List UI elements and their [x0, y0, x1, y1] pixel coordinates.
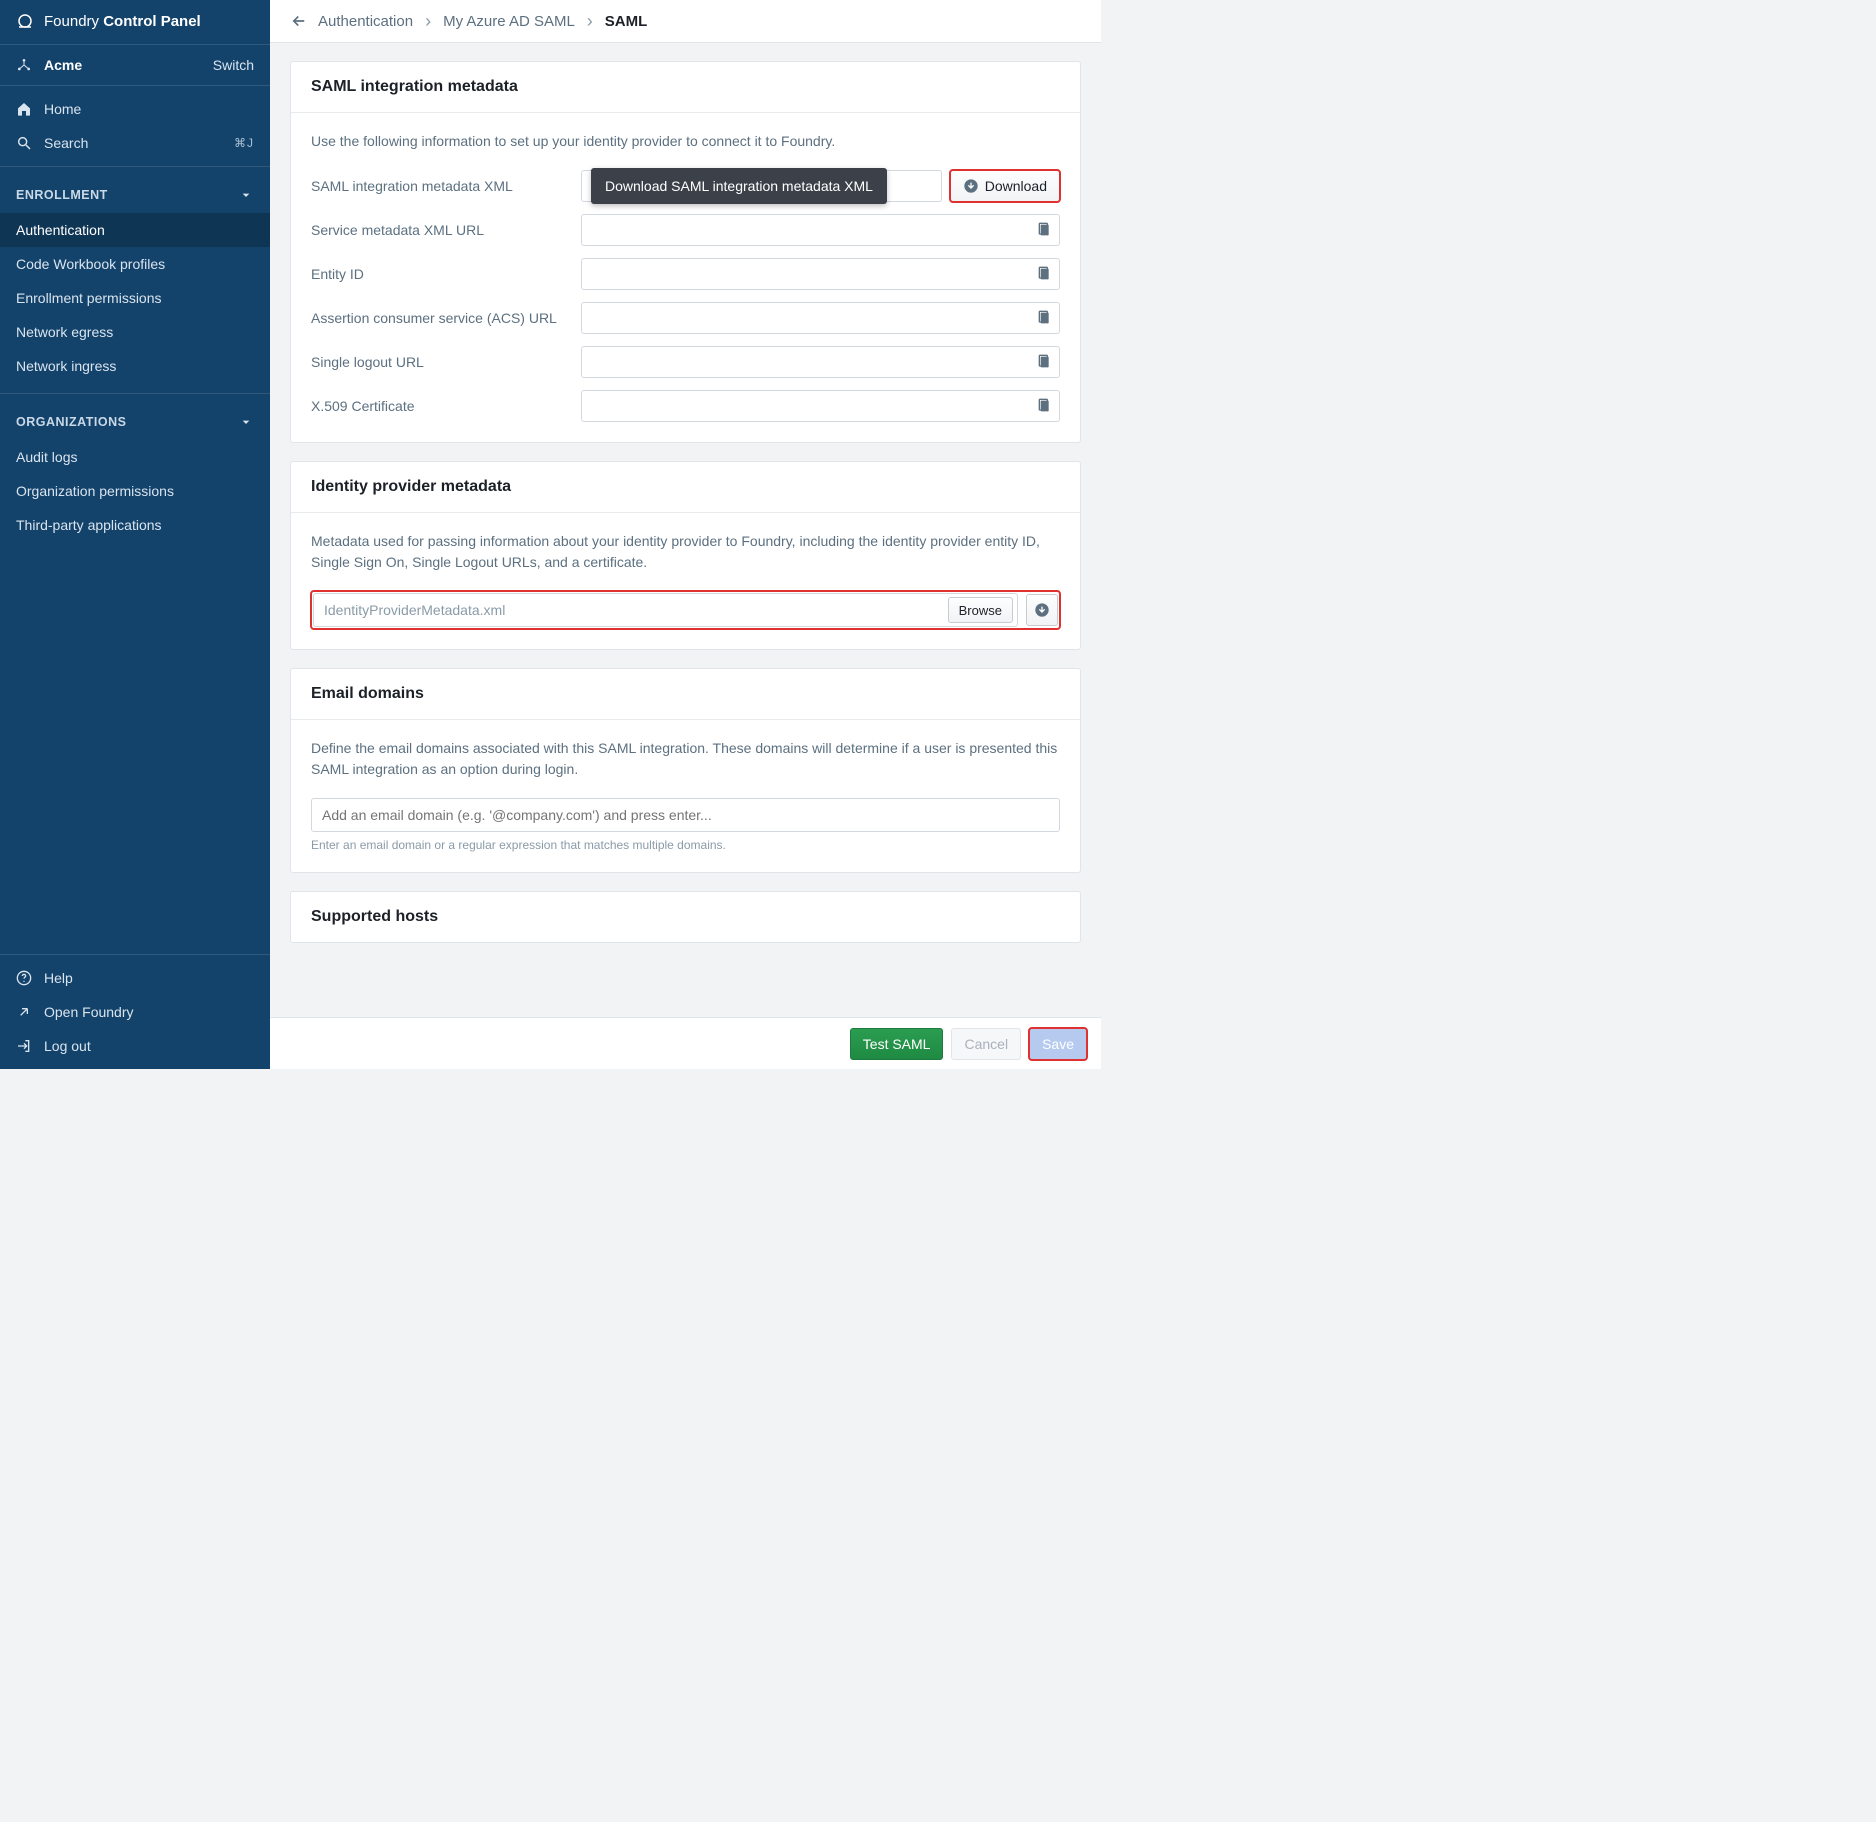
- row-acs: Assertion consumer service (ACS) URL: [311, 302, 1060, 334]
- clipboard-icon[interactable]: [1036, 354, 1052, 370]
- sidebar: Foundry Control Panel Acme Switch Home: [0, 0, 270, 1069]
- foundry-logo-icon: [16, 12, 34, 30]
- card-idp-metadata: Identity provider metadata Metadata used…: [290, 461, 1081, 650]
- card-title: Email domains: [291, 669, 1080, 720]
- input-slo[interactable]: [581, 346, 1060, 378]
- label-slo: Single logout URL: [311, 354, 561, 370]
- card-email-domains: Email domains Define the email domains a…: [290, 668, 1081, 873]
- search-shortcut: ⌘J: [234, 136, 254, 150]
- logout-icon: [16, 1038, 32, 1054]
- sidebar-item-authentication[interactable]: Authentication: [0, 213, 270, 247]
- input-url[interactable]: [581, 214, 1060, 246]
- card-title: Supported hosts: [291, 892, 1080, 942]
- open-foundry-link[interactable]: Open Foundry: [0, 995, 270, 1029]
- input-cert[interactable]: [581, 390, 1060, 422]
- download-icon: [1034, 602, 1050, 618]
- sidebar-item-audit-logs[interactable]: Audit logs: [0, 440, 270, 474]
- card-desc: Use the following information to set up …: [311, 131, 1060, 152]
- sidebar-item-org-permissions[interactable]: Organization permissions: [0, 474, 270, 508]
- label-entity: Entity ID: [311, 266, 561, 282]
- crumb-azure[interactable]: My Azure AD SAML: [443, 13, 575, 30]
- row-slo: Single logout URL: [311, 346, 1060, 378]
- nav-home[interactable]: Home: [0, 92, 270, 126]
- card-desc: Metadata used for passing information ab…: [311, 531, 1060, 573]
- chevron-right-icon: ›: [587, 12, 593, 30]
- card-title: SAML integration metadata: [291, 62, 1080, 113]
- crumb-current: SAML: [605, 13, 648, 30]
- row-cert: X.509 Certificate: [311, 390, 1060, 422]
- caret-down-icon: [238, 187, 254, 203]
- nav-search[interactable]: Search ⌘J: [0, 126, 270, 160]
- label-cert: X.509 Certificate: [311, 398, 561, 414]
- file-upload-row: IdentityProviderMetadata.xml Browse: [311, 591, 1060, 629]
- sidebar-item-network-egress[interactable]: Network egress: [0, 315, 270, 349]
- row-url: Service metadata XML URL: [311, 214, 1060, 246]
- caret-down-icon: [238, 414, 254, 430]
- row-entity: Entity ID: [311, 258, 1060, 290]
- browse-button[interactable]: Browse: [948, 597, 1013, 623]
- brand: Foundry Control Panel: [0, 0, 270, 44]
- section-organizations: ORGANIZATIONS Audit logs Organization pe…: [0, 394, 270, 548]
- row-xml: SAML integration metadata XML Download S…: [311, 170, 1060, 202]
- switch-link[interactable]: Switch: [213, 57, 254, 73]
- sidebar-item-third-party[interactable]: Third-party applications: [0, 508, 270, 542]
- sidebar-item-network-ingress[interactable]: Network ingress: [0, 349, 270, 383]
- email-domain-hint: Enter an email domain or a regular expre…: [311, 838, 1060, 852]
- email-domain-input[interactable]: [311, 798, 1060, 832]
- cancel-button[interactable]: Cancel: [951, 1028, 1021, 1060]
- logout-link[interactable]: Log out: [0, 1029, 270, 1063]
- nav-primary: Home Search ⌘J: [0, 86, 270, 167]
- home-icon: [16, 101, 32, 117]
- file-placeholder: IdentityProviderMetadata.xml: [324, 602, 948, 618]
- download-icon: [963, 178, 979, 194]
- clipboard-icon[interactable]: [1036, 266, 1052, 282]
- help-link[interactable]: Help: [0, 961, 270, 995]
- test-saml-button[interactable]: Test SAML: [850, 1028, 944, 1060]
- download-tooltip: Download SAML integration metadata XML: [591, 168, 887, 204]
- org-row: Acme Switch: [0, 44, 270, 86]
- org-name: Acme: [44, 57, 82, 73]
- crumb-authentication[interactable]: Authentication: [318, 13, 413, 30]
- input-acs[interactable]: [581, 302, 1060, 334]
- footer: Test SAML Cancel Save: [270, 1017, 1101, 1069]
- card-desc: Define the email domains associated with…: [311, 738, 1060, 780]
- label-acs: Assertion consumer service (ACS) URL: [311, 310, 561, 326]
- breadcrumb: Authentication › My Azure AD SAML › SAML: [270, 0, 1101, 43]
- card-saml-metadata: SAML integration metadata Use the follow…: [290, 61, 1081, 443]
- help-icon: [16, 970, 32, 986]
- brand-text: Foundry Control Panel: [44, 13, 201, 30]
- label-xml: SAML integration metadata XML: [311, 178, 561, 194]
- chevron-right-icon: ›: [425, 12, 431, 30]
- org-icon: [16, 57, 32, 73]
- input-entity[interactable]: [581, 258, 1060, 290]
- section-header-organizations[interactable]: ORGANIZATIONS: [0, 400, 270, 440]
- search-icon: [16, 135, 32, 151]
- download-button[interactable]: Download: [950, 170, 1060, 202]
- card-title: Identity provider metadata: [291, 462, 1080, 513]
- file-input[interactable]: IdentityProviderMetadata.xml Browse: [313, 593, 1018, 627]
- back-icon[interactable]: [290, 12, 308, 30]
- download-idp-button[interactable]: [1026, 594, 1058, 626]
- section-enrollment: ENROLLMENT Authentication Code Workbook …: [0, 167, 270, 394]
- card-supported-hosts: Supported hosts: [290, 891, 1081, 943]
- save-button[interactable]: Save: [1029, 1028, 1087, 1060]
- sidebar-bottom: Help Open Foundry Log out: [0, 954, 270, 1069]
- main: Authentication › My Azure AD SAML › SAML…: [270, 0, 1101, 1069]
- clipboard-icon[interactable]: [1036, 398, 1052, 414]
- clipboard-icon[interactable]: [1036, 222, 1052, 238]
- label-url: Service metadata XML URL: [311, 222, 561, 238]
- sidebar-item-code-workbook[interactable]: Code Workbook profiles: [0, 247, 270, 281]
- content: SAML integration metadata Use the follow…: [270, 43, 1101, 1069]
- sidebar-item-enrollment-permissions[interactable]: Enrollment permissions: [0, 281, 270, 315]
- clipboard-icon[interactable]: [1036, 310, 1052, 326]
- external-link-icon: [16, 1004, 32, 1020]
- section-header-enrollment[interactable]: ENROLLMENT: [0, 173, 270, 213]
